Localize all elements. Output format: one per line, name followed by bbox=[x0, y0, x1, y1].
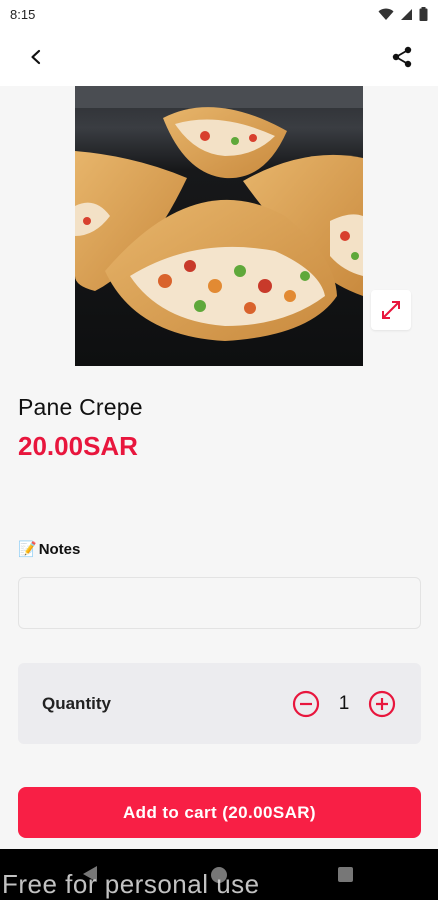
status-bar: 8:15 bbox=[0, 0, 438, 28]
crepe-cones-photo bbox=[75, 86, 363, 366]
expand-image-button[interactable] bbox=[371, 290, 411, 330]
battery-icon bbox=[419, 7, 428, 21]
quantity-stepper: 1 bbox=[291, 689, 397, 719]
status-time: 8:15 bbox=[10, 6, 36, 22]
signal-icon bbox=[401, 8, 412, 20]
quantity-card: Quantity 1 bbox=[18, 663, 421, 744]
minus-circle-icon bbox=[292, 690, 320, 717]
add-to-cart-button[interactable]: Add to cart (20.00SAR) bbox=[18, 787, 421, 838]
wifi-icon bbox=[378, 8, 394, 20]
back-arrow-icon bbox=[31, 49, 41, 65]
decrement-button[interactable] bbox=[291, 689, 321, 719]
notes-label-text: Notes bbox=[38, 540, 81, 558]
quantity-label: Quantity bbox=[42, 693, 111, 713]
product-name: Pane Crepe bbox=[18, 394, 143, 420]
share-button[interactable] bbox=[386, 41, 418, 73]
memo-icon: 📝 bbox=[18, 541, 37, 558]
expand-icon bbox=[382, 301, 400, 319]
increment-button[interactable] bbox=[367, 689, 397, 719]
back-button[interactable] bbox=[20, 41, 52, 73]
status-icons bbox=[378, 7, 428, 21]
add-to-cart-label: Add to cart (20.00SAR) bbox=[122, 802, 316, 822]
top-bar bbox=[0, 28, 438, 86]
watermark-text: Free for personal use bbox=[2, 869, 260, 899]
notes-input[interactable] bbox=[18, 577, 421, 629]
product-price: 20.00SAR bbox=[18, 431, 138, 461]
system-nav-bar: Free for personal use bbox=[0, 849, 438, 900]
nav-recents-icon[interactable] bbox=[338, 867, 353, 882]
quantity-value: 1 bbox=[338, 692, 350, 714]
notes-label: 📝 Notes bbox=[18, 540, 81, 559]
share-icon bbox=[392, 46, 412, 68]
product-image[interactable] bbox=[75, 86, 363, 366]
plus-circle-icon bbox=[368, 690, 396, 717]
